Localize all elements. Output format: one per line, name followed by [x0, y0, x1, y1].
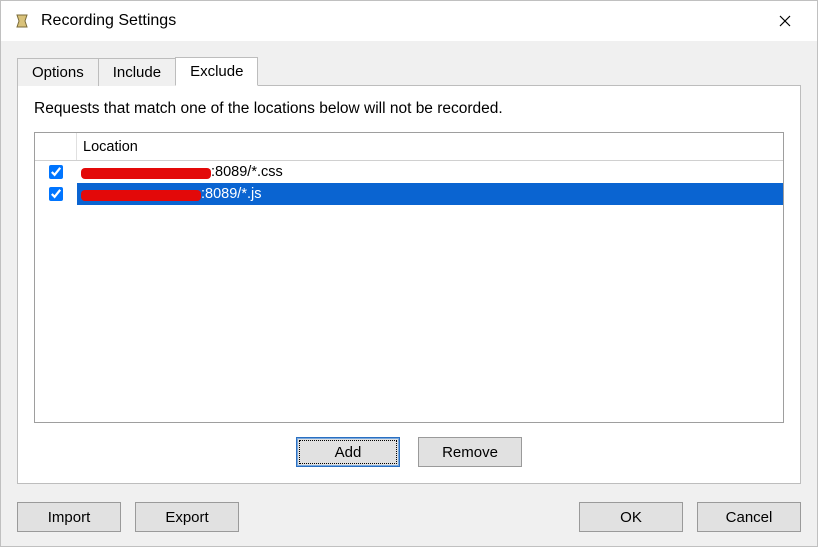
app-icon	[13, 12, 31, 30]
row-location-text: :8089/*.js	[201, 186, 261, 202]
redacted-host	[81, 190, 201, 201]
row-checkbox-cell	[35, 165, 77, 179]
client-area: Options Include Exclude Requests that ma…	[1, 41, 817, 546]
column-location[interactable]: Location	[77, 133, 783, 160]
export-button[interactable]: Export	[135, 502, 239, 532]
footer-button-row: Import Export OK Cancel	[17, 484, 801, 532]
tab-strip: Options Include Exclude	[17, 55, 801, 85]
redacted-host	[81, 168, 211, 179]
column-checkbox	[35, 133, 77, 160]
list-item[interactable]: :8089/*.js	[35, 183, 783, 205]
tab-exclude[interactable]: Exclude	[175, 57, 258, 86]
panel-button-row: Add Remove	[34, 423, 784, 467]
list-body: :8089/*.css :8089/*.js	[35, 161, 783, 422]
tab-include[interactable]: Include	[98, 58, 176, 86]
locations-list[interactable]: Location :8089/*.css	[34, 132, 784, 423]
close-button[interactable]	[765, 6, 805, 36]
row-checkbox[interactable]	[49, 165, 63, 179]
titlebar: Recording Settings	[1, 1, 817, 41]
cancel-button[interactable]: Cancel	[697, 502, 801, 532]
add-button[interactable]: Add	[296, 437, 400, 467]
panel-description: Requests that match one of the locations…	[34, 100, 784, 118]
row-checkbox[interactable]	[49, 187, 63, 201]
row-location[interactable]: :8089/*.js	[77, 183, 783, 205]
spacer	[253, 502, 565, 532]
ok-button[interactable]: OK	[579, 502, 683, 532]
window-title: Recording Settings	[41, 12, 765, 30]
row-checkbox-cell	[35, 187, 77, 201]
row-location-text: :8089/*.css	[211, 164, 283, 180]
list-item[interactable]: :8089/*.css	[35, 161, 783, 183]
row-location[interactable]: :8089/*.css	[77, 161, 783, 183]
list-header: Location	[35, 133, 783, 161]
tab-options[interactable]: Options	[17, 58, 99, 86]
recording-settings-window: Recording Settings Options Include Exclu…	[0, 0, 818, 547]
exclude-panel: Requests that match one of the locations…	[17, 85, 801, 484]
remove-button[interactable]: Remove	[418, 437, 522, 467]
import-button[interactable]: Import	[17, 502, 121, 532]
